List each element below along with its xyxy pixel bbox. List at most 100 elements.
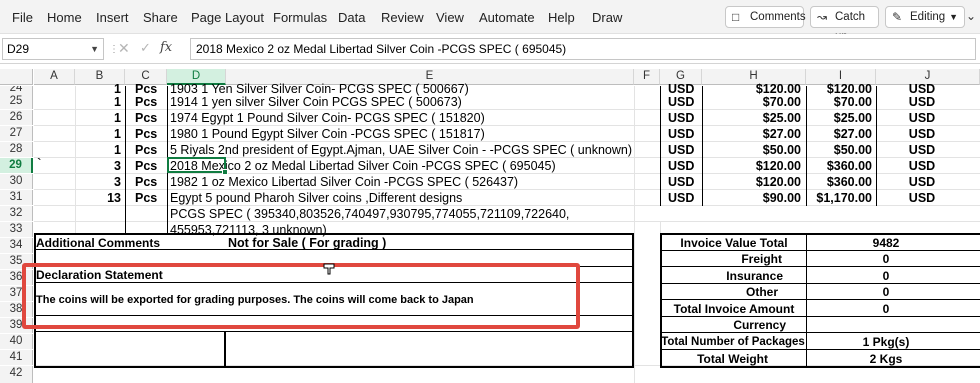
qty-cell[interactable]: 3 bbox=[76, 174, 121, 190]
cancel-icon[interactable]: ✕ bbox=[118, 40, 130, 57]
line-total-cell[interactable]: $27.00 bbox=[807, 126, 872, 142]
row-header-32[interactable]: 32 bbox=[0, 206, 33, 221]
unit-cell[interactable]: Pcs bbox=[135, 110, 157, 126]
currency2-cell[interactable]: USD bbox=[876, 190, 968, 206]
currency2-cell[interactable]: USD bbox=[876, 94, 968, 110]
row-header-30[interactable]: 30 bbox=[0, 174, 33, 189]
row-header-40[interactable]: 40 bbox=[0, 334, 33, 349]
line-total-cell[interactable]: $25.00 bbox=[807, 110, 872, 126]
row-header-27[interactable]: 27 bbox=[0, 126, 33, 141]
backtick-cell[interactable]: ` bbox=[37, 155, 42, 171]
row-header-31[interactable]: 31 bbox=[0, 190, 33, 205]
column-header-a[interactable]: A bbox=[34, 69, 75, 85]
unit-cell[interactable]: Pcs bbox=[135, 158, 157, 174]
qty-cell[interactable]: 1 bbox=[76, 142, 121, 158]
summary-value[interactable]: 0 bbox=[807, 268, 965, 284]
description-continuation[interactable]: PCGS SPEC ( 395340,803526,740497,930795,… bbox=[170, 206, 569, 222]
additional-comments-value[interactable]: Not for Sale ( For grading ) bbox=[228, 235, 386, 251]
row-header-29[interactable]: 29 bbox=[0, 158, 33, 173]
catch-up-button[interactable]: ↝Catch up bbox=[810, 6, 879, 43]
menu-data[interactable]: Data bbox=[338, 10, 365, 25]
unit-price-cell[interactable]: $50.00 bbox=[703, 142, 801, 158]
menu-home[interactable]: Home bbox=[47, 10, 82, 25]
unit-price-cell[interactable]: $120.00 bbox=[703, 158, 801, 174]
unit-cell[interactable]: Pcs bbox=[135, 190, 157, 206]
unit-cell[interactable]: Pcs bbox=[135, 142, 157, 158]
unit-price-cell[interactable]: $120.00 bbox=[703, 174, 801, 190]
unit-price-cell[interactable]: $25.00 bbox=[703, 110, 801, 126]
description-cell[interactable]: 1982 1 oz Mexico Libertad Silver Coin -P… bbox=[170, 174, 518, 190]
currency-cell[interactable]: USD bbox=[668, 174, 694, 190]
enter-icon[interactable]: ✓ bbox=[140, 40, 151, 56]
row-header-24[interactable]: 24 bbox=[0, 86, 33, 94]
description-cell[interactable]: Egypt 5 pound Pharoh Silver coins ,Diffe… bbox=[170, 190, 462, 206]
summary-value[interactable]: 9482 bbox=[807, 235, 965, 251]
summary-label: Freight bbox=[741, 252, 782, 266]
ribbon-collapse-icon[interactable]: ⌄ bbox=[966, 9, 976, 23]
row-header-34[interactable]: 34 bbox=[0, 238, 33, 253]
line-total-cell[interactable]: $50.00 bbox=[807, 142, 872, 158]
currency2-cell[interactable]: USD bbox=[876, 142, 968, 158]
row-header-33[interactable]: 33 bbox=[0, 222, 33, 237]
currency-cell[interactable]: USD bbox=[668, 94, 694, 110]
description-cell[interactable]: 1914 1 yen silver Silver Coin PCGS SPEC … bbox=[170, 94, 462, 110]
menu-file[interactable]: File bbox=[12, 10, 33, 25]
unit-cell[interactable]: Pcs bbox=[135, 126, 157, 142]
line-total-cell[interactable]: $70.00 bbox=[807, 94, 872, 110]
insert-function-icon[interactable]: fx bbox=[160, 40, 172, 55]
menu-insert[interactable]: Insert bbox=[96, 10, 129, 25]
currency-cell[interactable]: USD bbox=[668, 110, 694, 126]
qty-cell[interactable]: 1 bbox=[76, 126, 121, 142]
select-all-corner[interactable] bbox=[0, 69, 33, 85]
row-header-42[interactable]: 42 bbox=[0, 366, 33, 383]
qty-cell[interactable]: 1 bbox=[76, 110, 121, 126]
description-cell[interactable]: 1974 Egypt 1 Pound Silver Coin- PCGS SPE… bbox=[170, 110, 485, 126]
row-header-25[interactable]: 25 bbox=[0, 94, 33, 109]
qty-cell[interactable]: 13 bbox=[76, 190, 121, 206]
comments-button[interactable]: □ Comments bbox=[725, 6, 806, 28]
unit-price-cell[interactable]: $27.00 bbox=[703, 126, 801, 142]
currency2-cell[interactable]: USD bbox=[876, 158, 968, 174]
summary-value[interactable]: 0 bbox=[807, 284, 965, 300]
menu-review[interactable]: Review bbox=[381, 10, 424, 25]
menu-formulas[interactable]: Formulas bbox=[273, 10, 327, 25]
menu-automate[interactable]: Automate bbox=[479, 10, 535, 25]
menu-view[interactable]: View bbox=[436, 10, 464, 25]
fill-handle[interactable] bbox=[222, 169, 228, 175]
formula-input[interactable]: 2018 Mexico 2 oz Medal Libertad Silver C… bbox=[190, 38, 976, 60]
currency2-cell[interactable]: USD bbox=[876, 126, 968, 142]
menu-help[interactable]: Help bbox=[548, 10, 575, 25]
description-cell[interactable]: 5 Riyals 2nd president of Egypt.Ajman, U… bbox=[170, 142, 632, 158]
qty-cell[interactable]: 1 bbox=[76, 94, 121, 110]
summary-value[interactable]: 0 bbox=[807, 251, 965, 267]
chevron-down-icon[interactable]: ▼ bbox=[90, 39, 99, 59]
summary-value[interactable]: 1 Pkg(s) bbox=[807, 334, 965, 350]
unit-cell[interactable]: Pcs bbox=[135, 174, 157, 190]
line-total-cell[interactable]: $360.00 bbox=[807, 158, 872, 174]
currency2-cell[interactable]: USD bbox=[876, 110, 968, 126]
unit-price-cell[interactable]: $70.00 bbox=[703, 94, 801, 110]
qty-cell[interactable]: 3 bbox=[76, 158, 121, 174]
summary-value[interactable]: 0 bbox=[807, 301, 965, 317]
unit-price-cell[interactable]: $90.00 bbox=[703, 190, 801, 206]
menu-page-layout[interactable]: Page Layout bbox=[191, 10, 264, 25]
currency2-cell[interactable]: USD bbox=[876, 174, 968, 190]
active-cell-d29[interactable] bbox=[167, 157, 226, 173]
column-header-f[interactable]: F bbox=[634, 69, 660, 85]
name-box[interactable]: D29 ▼ bbox=[2, 38, 104, 60]
row-header-26[interactable]: 26 bbox=[0, 110, 33, 125]
currency-cell[interactable]: USD bbox=[668, 158, 694, 174]
currency-cell[interactable]: USD bbox=[668, 126, 694, 142]
row-header-41[interactable]: 41 bbox=[0, 350, 33, 365]
line-total-cell[interactable]: $1,170.00 bbox=[807, 190, 872, 206]
menu-share[interactable]: Share bbox=[143, 10, 178, 25]
summary-value[interactable]: 2 Kgs bbox=[807, 351, 965, 367]
menu-draw[interactable]: Draw bbox=[592, 10, 622, 25]
editing-mode-button[interactable]: ✎ Editing ▼ bbox=[885, 6, 965, 28]
unit-cell[interactable]: Pcs bbox=[135, 94, 157, 110]
currency-cell[interactable]: USD bbox=[668, 142, 694, 158]
description-cell[interactable]: 1980 1 Pound Egypt Silver Coin -PCGS SPE… bbox=[170, 126, 485, 142]
currency-cell[interactable]: USD bbox=[668, 190, 694, 206]
row-header-28[interactable]: 28 bbox=[0, 142, 33, 157]
line-total-cell[interactable]: $360.00 bbox=[807, 174, 872, 190]
